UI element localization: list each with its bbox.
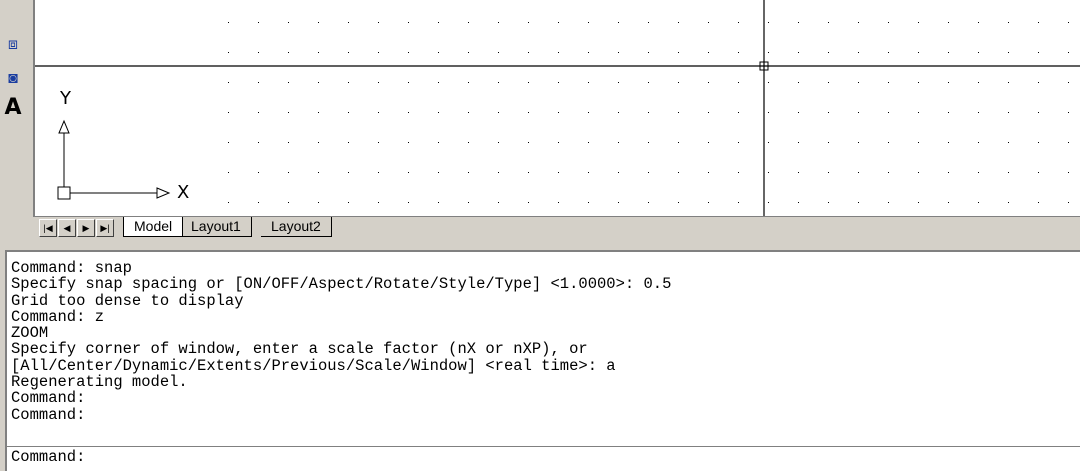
- region-icon[interactable]: ◙: [2, 68, 24, 90]
- model-space-canvas[interactable]: Y X: [33, 0, 1080, 216]
- draw-toolbar: ▪ ⧈ ◙ A: [0, 0, 30, 240]
- history-line: [All/Center/Dynamic/Extents/Previous/Sca…: [11, 356, 616, 375]
- history-line: Command: snap: [11, 260, 132, 277]
- command-line-input[interactable]: Command:: [7, 446, 1080, 469]
- properties-icon[interactable]: ▪: [2, 0, 24, 10]
- history-line: ZOOM: [11, 324, 49, 343]
- history-line: Specify snap spacing or [ON/OFF/Aspect/R…: [11, 275, 672, 294]
- previous-tab-button[interactable]: ◀: [58, 219, 76, 237]
- ucs-origin-box: [57, 186, 71, 200]
- first-tab-button[interactable]: |◀: [39, 219, 57, 237]
- hatch-icon[interactable]: ⧈: [2, 34, 24, 56]
- command-prompt: Command:: [11, 448, 86, 466]
- ucs-y-arrow: [58, 119, 70, 134]
- tab-layout2[interactable]: Layout2: [261, 217, 332, 237]
- last-tab-button[interactable]: ▶|: [96, 219, 114, 237]
- tab-layout1[interactable]: Layout1: [181, 217, 252, 237]
- ucs-x-label: X: [177, 182, 190, 203]
- command-window: Command: snap Specify snap spacing or [O…: [5, 250, 1080, 471]
- history-line: Specify corner of window, enter a scale …: [11, 340, 588, 359]
- tab-model[interactable]: Model: [123, 217, 184, 237]
- ucs-x-arrow: [156, 187, 171, 199]
- command-history: Command: snap Specify snap spacing or [O…: [7, 260, 1077, 445]
- history-line: Command: z: [11, 307, 105, 326]
- grid-canvas: [35, 0, 1080, 216]
- history-line: Regenerating model.: [11, 373, 188, 392]
- layout-tabs-bar: |◀ ◀ ▶ ▶| Model Layout1 Layout2: [33, 216, 1080, 239]
- history-line: Command:: [11, 389, 86, 408]
- history-line: Grid too dense to display: [11, 291, 244, 310]
- history-line: Command:: [11, 405, 86, 424]
- grid-dots: [228, 22, 1069, 203]
- multiline-text-icon[interactable]: A: [2, 95, 24, 120]
- ucs-y-label: Y: [60, 88, 71, 109]
- next-tab-button[interactable]: ▶: [77, 219, 95, 237]
